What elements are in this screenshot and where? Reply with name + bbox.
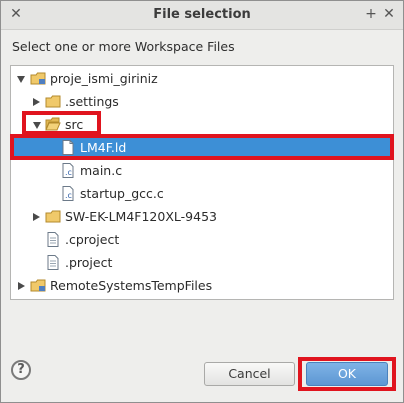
tree-item-sw-ek-lm4f120xl-9453[interactable]: SW-EK-LM4F120XL-9453 (11, 205, 393, 228)
collapse-twistie-icon[interactable] (18, 282, 25, 290)
ok-button[interactable]: OK (306, 362, 388, 386)
folder-icon (45, 210, 61, 223)
tree-item-cproject[interactable]: .cproject (11, 228, 393, 251)
tree-item-src[interactable]: src (11, 113, 393, 136)
tree-item-settings[interactable]: .settings (11, 90, 393, 113)
tree-item-project-file[interactable]: .project (11, 251, 393, 274)
tree-item-lm4f-ld[interactable]: LM4F.ld (14, 136, 390, 159)
expand-twistie-icon[interactable] (33, 122, 41, 129)
help-icon[interactable]: ? (11, 360, 31, 380)
tree-item-startup-gcc-c[interactable]: .c startup_gcc.c (11, 182, 393, 205)
file-selection-dialog: ✕ File selection + ✕ Select one or more … (0, 0, 404, 403)
c-file-icon: .c (62, 186, 74, 201)
svg-text:.c: .c (65, 191, 72, 200)
project-folder-icon (30, 279, 46, 292)
collapse-twistie-icon[interactable] (33, 213, 40, 221)
file-icon (47, 232, 59, 247)
project-folder-icon (30, 72, 46, 85)
pin-icon[interactable]: + (363, 6, 379, 22)
svg-text:.c: .c (65, 168, 72, 177)
tree-item-remote-systems[interactable]: RemoteSystemsTempFiles (11, 274, 393, 297)
folder-open-icon (45, 117, 61, 131)
tree-item-project[interactable]: proje_ismi_giriniz (11, 67, 393, 90)
collapse-twistie-icon[interactable] (33, 98, 40, 106)
close-window-icon[interactable]: ✕ (381, 6, 397, 22)
file-icon (62, 140, 74, 155)
dialog-prompt: Select one or more Workspace Files (12, 39, 235, 54)
workspace-file-tree[interactable]: proje_ismi_giriniz .settings src LM4F.ld (10, 65, 394, 300)
expand-twistie-icon[interactable] (17, 76, 25, 83)
file-icon (47, 255, 59, 270)
c-file-icon: .c (62, 163, 74, 178)
window-title: File selection (153, 7, 251, 22)
cancel-button[interactable]: Cancel (204, 362, 295, 386)
folder-icon (45, 95, 61, 108)
tree-item-main-c[interactable]: .c main.c (11, 159, 393, 182)
title-bar: ✕ File selection + ✕ (1, 1, 403, 30)
